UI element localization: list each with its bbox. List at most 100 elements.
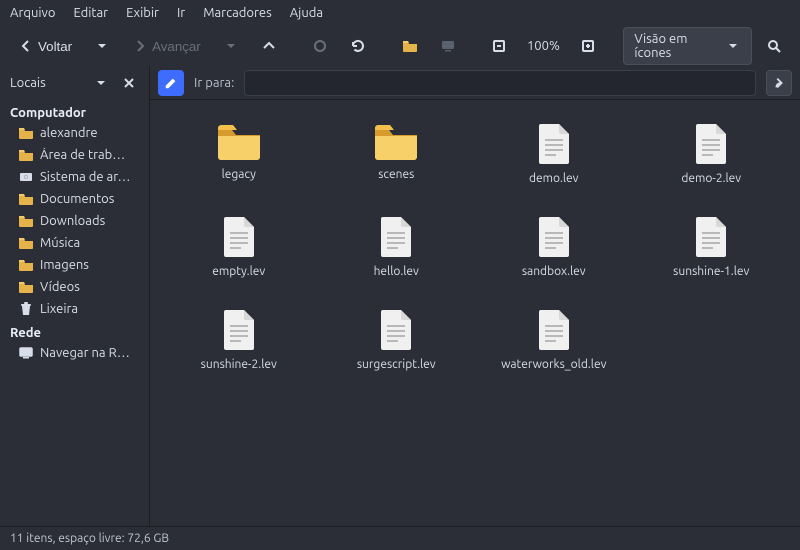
chevron-down-icon <box>93 75 109 91</box>
menu-ajuda[interactable]: Ajuda <box>290 6 323 20</box>
sidebar-menu-button[interactable] <box>91 73 111 93</box>
file-icon <box>691 215 731 259</box>
forward-button[interactable]: Avançar <box>124 32 209 60</box>
stop-button[interactable] <box>304 32 336 60</box>
forward-label: Avançar <box>152 39 201 54</box>
sidebar-close-button[interactable] <box>119 73 139 93</box>
folder-item[interactable]: scenes <box>321 116 471 191</box>
file-label: scenes <box>378 168 414 181</box>
status-text: 11 itens, espaço livre: 72,6 GB <box>10 532 169 545</box>
home-folder-icon <box>402 38 418 54</box>
computer-button[interactable] <box>432 32 464 60</box>
file-item[interactable]: sandbox.lev <box>479 209 629 284</box>
close-icon <box>121 75 137 91</box>
sidebar-item-label: Área de trab… <box>40 148 139 162</box>
arrow-left-icon <box>18 38 34 54</box>
sidebar-item[interactable]: alexandre <box>0 122 149 144</box>
sidebar-header: Locais <box>0 66 149 100</box>
file-icon <box>376 308 416 352</box>
sidebar-heading: Rede <box>0 320 149 342</box>
folder-icon <box>18 257 34 273</box>
back-button[interactable]: Voltar <box>10 32 80 60</box>
file-item[interactable]: surgescript.lev <box>321 302 471 377</box>
path-input[interactable] <box>244 70 756 96</box>
file-label: surgescript.lev <box>357 358 436 371</box>
zoom-in-icon <box>580 38 596 54</box>
up-button[interactable] <box>253 32 285 60</box>
sidebar-item-label: Documentos <box>40 192 139 206</box>
go-button[interactable] <box>766 70 792 96</box>
file-item[interactable]: waterworks_old.lev <box>479 302 629 377</box>
search-button[interactable] <box>758 32 790 60</box>
statusbar: 11 itens, espaço livre: 72,6 GB <box>0 526 800 550</box>
computer-icon <box>440 38 456 54</box>
reload-button[interactable] <box>342 32 374 60</box>
home-button[interactable] <box>394 32 426 60</box>
folder-icon <box>372 122 420 162</box>
file-icon <box>691 122 731 166</box>
menubar: Arquivo Editar Exibir Ir Marcadores Ajuda <box>0 0 800 26</box>
back-menu-button[interactable] <box>86 32 118 60</box>
file-item[interactable]: hello.lev <box>321 209 471 284</box>
search-icon <box>766 38 782 54</box>
sidebar-item[interactable]: Lixeira <box>0 298 149 320</box>
sidebar-item-label: alexandre <box>40 126 139 140</box>
view-mode-dropdown[interactable]: Visão em ícones <box>623 27 752 65</box>
sidebar-item[interactable]: Imagens <box>0 254 149 276</box>
folder-icon <box>18 279 34 295</box>
sidebar-item-label: Música <box>40 236 139 250</box>
sidebar-item[interactable]: Sistema de ar… <box>0 166 149 188</box>
zoom-label: 100% <box>521 39 566 53</box>
sidebar-item[interactable]: Documentos <box>0 188 149 210</box>
zoom-out-icon <box>491 38 507 54</box>
sidebar-item-label: Downloads <box>40 214 139 228</box>
menu-editar[interactable]: Editar <box>73 6 108 20</box>
menu-marcadores[interactable]: Marcadores <box>203 6 272 20</box>
file-label: empty.lev <box>212 265 265 278</box>
forward-menu-button[interactable] <box>215 32 247 60</box>
network-icon <box>18 345 34 361</box>
folder-icon <box>18 213 34 229</box>
sidebar-item[interactable]: Downloads <box>0 210 149 232</box>
file-label: demo.lev <box>529 172 579 185</box>
folder-icon <box>18 235 34 251</box>
file-item[interactable]: sunshine-1.lev <box>636 209 786 284</box>
file-item[interactable]: sunshine-2.lev <box>164 302 314 377</box>
goto-label: Ir para: <box>194 76 234 90</box>
file-label: demo-2.lev <box>681 172 741 185</box>
file-icon <box>219 308 259 352</box>
sidebar-item[interactable]: Área de trab… <box>0 144 149 166</box>
files-area[interactable]: legacy scenes demo.lev demo-2.lev empty.… <box>150 100 800 526</box>
file-item[interactable]: empty.lev <box>164 209 314 284</box>
file-icon <box>534 215 574 259</box>
menu-exibir[interactable]: Exibir <box>126 6 159 20</box>
sidebar-item-label: Sistema de ar… <box>40 170 139 184</box>
file-label: legacy <box>222 168 256 181</box>
sidebar-item-label: Imagens <box>40 258 139 272</box>
folder-icon <box>18 125 34 141</box>
sidebar-item[interactable]: Música <box>0 232 149 254</box>
edit-path-button[interactable] <box>158 70 184 96</box>
sidebar-item-label: Navegar na R… <box>40 346 139 360</box>
folder-item[interactable]: legacy <box>164 116 314 191</box>
arrow-right-icon <box>132 38 148 54</box>
zoom-out-button[interactable] <box>483 32 515 60</box>
file-label: sunshine-1.lev <box>673 265 749 278</box>
menu-arquivo[interactable]: Arquivo <box>10 6 55 20</box>
file-icon <box>376 215 416 259</box>
toolbar: Voltar Avançar <box>0 26 800 66</box>
view-mode-label: Visão em ícones <box>634 32 719 60</box>
file-item[interactable]: demo-2.lev <box>636 116 786 191</box>
chevron-down-icon <box>223 38 239 54</box>
file-icon <box>534 308 574 352</box>
sidebar-item[interactable]: Navegar na R… <box>0 342 149 364</box>
file-label: sunshine-2.lev <box>201 358 277 371</box>
file-label: sandbox.lev <box>522 265 586 278</box>
menu-ir[interactable]: Ir <box>177 6 185 20</box>
pencil-icon <box>164 76 178 90</box>
file-item[interactable]: demo.lev <box>479 116 629 191</box>
sidebar: Locais Computador alexandre Área de trab… <box>0 66 150 526</box>
zoom-in-button[interactable] <box>572 32 604 60</box>
sidebar-item-label: Lixeira <box>40 302 139 316</box>
sidebar-item[interactable]: Vídeos <box>0 276 149 298</box>
